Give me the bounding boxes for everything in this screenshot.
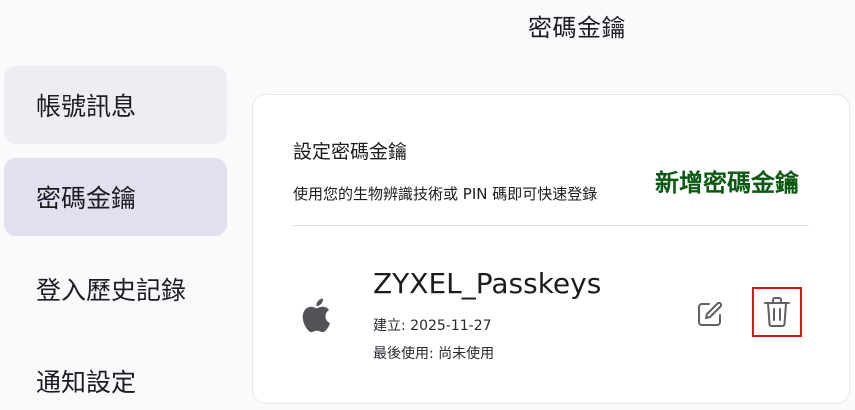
passkey-name: ZYXEL_Passkeys	[373, 267, 602, 300]
sidebar-item-account-info[interactable]: 帳號訊息	[4, 66, 227, 144]
section-title: 設定密碼金鑰	[293, 141, 408, 163]
edit-passkey-button[interactable]	[693, 297, 727, 331]
sidebar-item-passkeys[interactable]: 密碼金鑰	[4, 158, 227, 236]
passkey-created-date: 建立: 2025-11-27	[373, 318, 492, 334]
passkeys-card: 設定密碼金鑰 使用您的生物辨識技術或 PIN 碼即可快速登錄 新增密碼金鑰 ZY…	[252, 94, 850, 404]
section-description: 使用您的生物辨識技術或 PIN 碼即可快速登錄	[293, 185, 598, 203]
page-title: 密碼金鑰	[528, 14, 626, 42]
add-passkey-button[interactable]: 新增密碼金鑰	[653, 163, 799, 198]
passkey-last-used: 最後使用: 尚未使用	[373, 346, 495, 362]
sidebar-item-login-history[interactable]: 登入歷史記錄	[4, 250, 227, 328]
pencil-icon	[698, 301, 723, 326]
trash-icon	[764, 297, 790, 327]
passkeys-page: 密碼金鑰 帳號訊息 密碼金鑰 登入歷史記錄 通知設定 設定密碼金鑰 使用您的生物…	[0, 0, 855, 410]
divider	[293, 225, 809, 226]
delete-passkey-button[interactable]	[752, 287, 802, 337]
apple-icon	[302, 298, 330, 333]
sidebar-item-notification-settings[interactable]: 通知設定	[4, 342, 227, 410]
